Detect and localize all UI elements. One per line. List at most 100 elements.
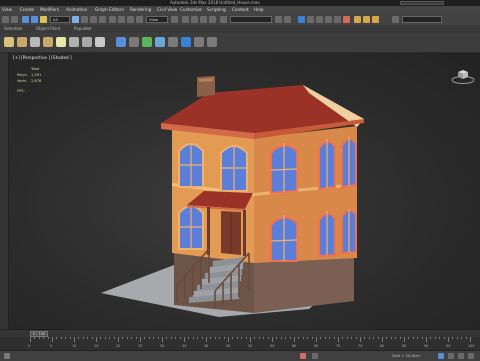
track-tick (236, 337, 238, 339)
pointer-icon[interactable] (116, 37, 126, 47)
create-icon[interactable] (4, 37, 14, 47)
menu-modifiers[interactable]: Modifiers (40, 6, 59, 14)
track-tick (280, 337, 282, 339)
track-tick (316, 337, 317, 342)
menu-view[interactable]: View (2, 6, 12, 14)
sphere-icon[interactable] (82, 37, 92, 47)
track-tick (104, 337, 106, 339)
workspace-icon[interactable] (392, 16, 399, 23)
schematic-view-icon[interactable] (334, 16, 341, 23)
menu-customize[interactable]: Customize (180, 6, 202, 14)
lock-selection-icon[interactable] (300, 353, 306, 359)
house-3d-model[interactable] (9, 53, 480, 329)
track-tick (175, 337, 177, 339)
hierarchy-icon[interactable] (30, 37, 40, 47)
selection-filter-dropdown[interactable]: All (50, 16, 70, 23)
spinner-snap-icon[interactable] (209, 16, 216, 23)
track-tick-label: 50 (248, 344, 253, 348)
select-object-icon[interactable] (72, 16, 79, 23)
window-side-upper-1 (270, 143, 298, 195)
set-key-button[interactable] (448, 353, 454, 359)
window-front-upper-right (220, 145, 248, 192)
snaps-toggle-icon[interactable] (182, 16, 189, 23)
move-icon[interactable] (109, 16, 116, 23)
grid-icon[interactable] (155, 37, 165, 47)
play-icon[interactable] (458, 353, 464, 359)
auto-key-button[interactable] (438, 353, 444, 359)
maxscript-listener-icon[interactable] (4, 353, 10, 359)
ribbon-tab-populate[interactable]: Populate (74, 25, 91, 33)
menu-scripting[interactable]: Scripting (207, 6, 226, 14)
ribbon-tabs: Selection Object Paint Populate (0, 25, 480, 33)
display-icon[interactable] (56, 37, 66, 47)
cylinder-icon[interactable] (95, 37, 105, 47)
menu-graph-editors[interactable]: Graph Editors (95, 6, 124, 14)
percent-snap-icon[interactable] (200, 16, 207, 23)
undo-icon[interactable] (2, 16, 9, 23)
ribbon-tab-selection[interactable]: Selection (4, 25, 22, 33)
track-tick (43, 337, 45, 339)
select-link-icon[interactable] (22, 16, 29, 23)
mirror-icon[interactable] (275, 16, 282, 23)
motion-icon[interactable] (43, 37, 53, 47)
rectangle-selection-icon[interactable] (90, 16, 97, 23)
track-bar[interactable]: 0 5 10 15 20 25 30 35 40 45 50 55 60 65 70 75 80 85 90 95 10… (0, 337, 480, 350)
render-setup-icon[interactable] (354, 16, 361, 23)
menu-create[interactable]: Create (20, 6, 34, 14)
track-tick (254, 337, 256, 339)
pivot-icon[interactable] (142, 37, 152, 47)
select-by-name-icon[interactable] (81, 16, 88, 23)
track-tick (87, 337, 89, 339)
track-tick (210, 337, 212, 339)
named-selection-sets-dropdown[interactable] (230, 16, 272, 23)
perspective-viewport[interactable]: [+] [Perspective ] [Shaded ] Total Polys… (8, 53, 480, 329)
track-tick (250, 337, 251, 342)
track-tick (408, 337, 410, 339)
ribbon-tab-object-paint[interactable]: Object Paint (36, 25, 60, 33)
redo-icon[interactable] (11, 16, 18, 23)
rotate-icon[interactable] (118, 16, 125, 23)
track-tick (140, 337, 141, 342)
menu-rendering[interactable]: Rendering (130, 6, 151, 14)
pivot-center-icon[interactable] (171, 16, 178, 23)
named-selection-icon[interactable] (220, 16, 227, 23)
track-tick (144, 337, 146, 339)
menu-animation[interactable]: Animation (66, 6, 87, 14)
ribbon-toggle-icon[interactable] (316, 16, 323, 23)
track-tick-label: 60 (292, 344, 297, 348)
track-tick (65, 337, 67, 339)
scene-explorer-icon[interactable] (298, 16, 305, 23)
modify-icon[interactable] (17, 37, 27, 47)
search-field[interactable] (400, 1, 444, 5)
menu-content[interactable]: Content (232, 6, 249, 14)
helpers-icon[interactable] (194, 37, 204, 47)
track-tick (346, 337, 348, 339)
window-crossing-icon[interactable] (99, 16, 106, 23)
track-tick-label: 35 (182, 344, 187, 348)
workspaces-dropdown[interactable] (402, 16, 442, 23)
utilities-icon[interactable] (69, 37, 79, 47)
layer-explorer-icon[interactable] (307, 16, 314, 23)
align-icon[interactable] (284, 16, 291, 23)
absolute-mode-icon[interactable] (312, 353, 318, 359)
rendered-frame-window-icon[interactable] (363, 16, 370, 23)
next-frame-icon[interactable] (468, 353, 474, 359)
menu-help[interactable]: Help (254, 6, 264, 14)
angle-snap-icon[interactable] (191, 16, 198, 23)
spacewarps-icon[interactable] (207, 37, 217, 47)
track-tick (228, 337, 229, 342)
menu-civil-view[interactable]: Civil View (157, 6, 177, 14)
material-editor-icon[interactable] (343, 16, 350, 23)
lights-icon[interactable] (168, 37, 178, 47)
unlink-icon[interactable] (31, 16, 38, 23)
camera-icon[interactable] (181, 37, 191, 47)
track-tick (421, 337, 423, 339)
reference-coordinate-dropdown[interactable]: View (146, 16, 168, 23)
curve-editor-icon[interactable] (325, 16, 332, 23)
scale-icon[interactable] (127, 16, 134, 23)
place-icon[interactable] (136, 16, 143, 23)
lasso-icon[interactable] (129, 37, 139, 47)
render-production-icon[interactable] (372, 16, 379, 23)
bind-space-warp-icon[interactable] (40, 16, 47, 23)
track-tick (390, 337, 392, 339)
